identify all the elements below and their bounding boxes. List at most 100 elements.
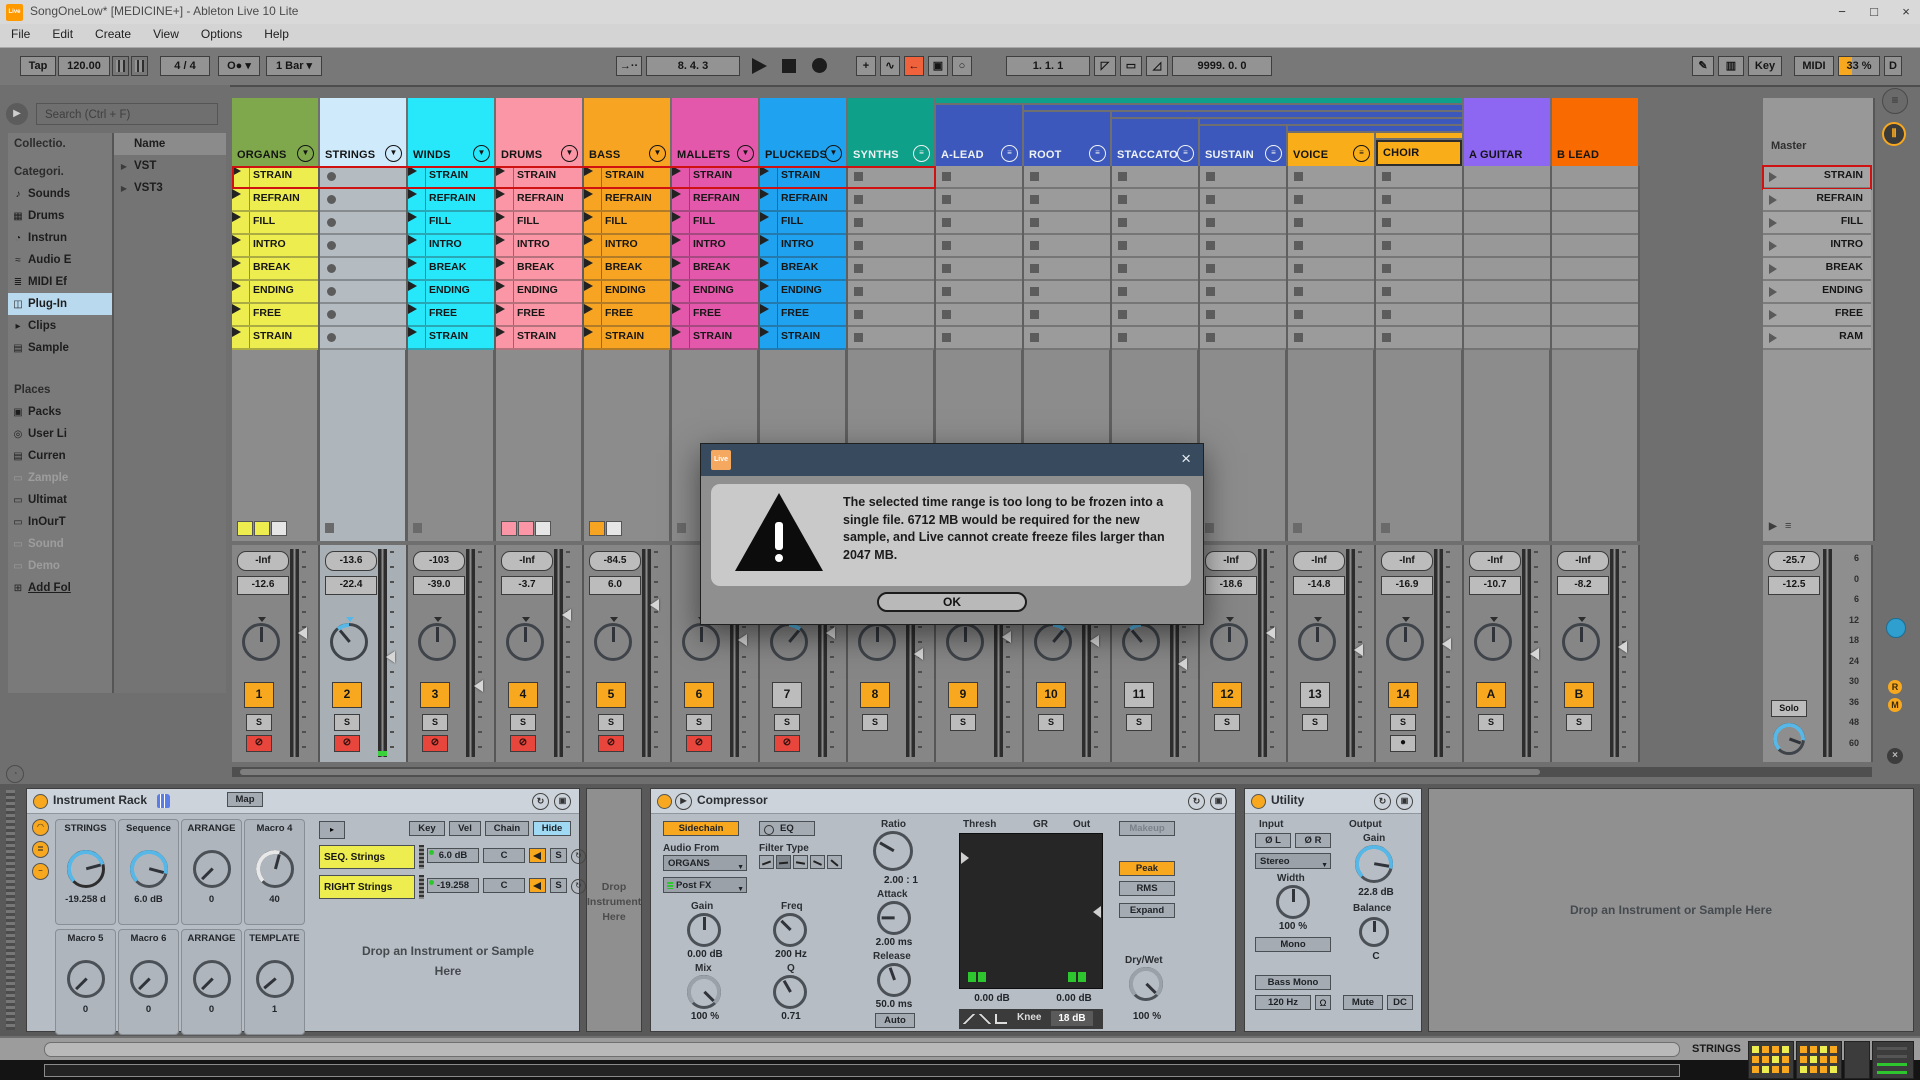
clip-play-icon[interactable] [760, 327, 769, 337]
empty-clip-slot[interactable] [1024, 189, 1110, 212]
group-slot-icon[interactable] [1030, 264, 1039, 273]
group-slot-icon[interactable] [1030, 195, 1039, 204]
vel-button[interactable]: Vel [449, 821, 481, 836]
group-slot-icon[interactable] [854, 218, 863, 227]
clip-play-icon[interactable] [496, 189, 505, 199]
track-activator[interactable]: 11 [1124, 682, 1154, 708]
search-input[interactable]: Search (Ctrl + F) [36, 103, 218, 125]
clip-slot[interactable]: FILL [496, 212, 582, 235]
group-slot-icon[interactable] [942, 333, 951, 342]
group-slot-icon[interactable] [1030, 241, 1039, 250]
track-activator[interactable]: 10 [1036, 682, 1066, 708]
track-fold-icon[interactable]: ▼ [297, 145, 314, 162]
track-stop-chip[interactable] [1293, 523, 1302, 533]
solo-button[interactable]: S [246, 714, 272, 731]
clip-slot[interactable]: REFRAIN [496, 189, 582, 212]
track-fold-icon[interactable]: ▼ [473, 145, 490, 162]
volume-fader-handle[interactable] [826, 627, 835, 639]
drywet-knob[interactable] [1129, 967, 1163, 1001]
eq-freq-knob[interactable] [773, 913, 807, 947]
volume-field[interactable]: -14.8 [1293, 576, 1345, 595]
track-activator[interactable]: 3 [420, 682, 450, 708]
browser-collapse-icon[interactable]: ▶ [6, 103, 28, 125]
clip-slot[interactable]: STRAIN [232, 327, 318, 350]
empty-clip-slot[interactable] [1288, 327, 1374, 350]
track-header-a-guitar[interactable]: A GUITAR [1464, 98, 1550, 166]
scene-play-icon[interactable] [1769, 310, 1777, 320]
hide-button[interactable]: Hide [533, 821, 571, 836]
track-header-winds[interactable]: WINDS▼ [408, 98, 494, 166]
empty-clip-slot[interactable] [320, 304, 406, 327]
group-slot-icon[interactable] [1382, 218, 1391, 227]
empty-clip-slot[interactable] [1464, 327, 1550, 350]
arm-button[interactable]: ⊘ [598, 735, 624, 752]
clip-slot[interactable]: STRAIN [672, 166, 758, 189]
threshold-handle[interactable] [961, 852, 969, 864]
macro-knob[interactable] [130, 960, 168, 998]
empty-clip-slot[interactable] [1376, 258, 1462, 281]
stop-button[interactable] [782, 59, 796, 73]
io-section-toggle[interactable] [1886, 618, 1906, 638]
group-unfold-icon[interactable]: ≡ [1001, 145, 1018, 162]
clip-play-icon[interactable] [232, 166, 241, 176]
empty-clip-slot[interactable] [320, 212, 406, 235]
arm-button[interactable]: ⊘ [334, 735, 360, 752]
loop-start-field[interactable]: 1. 1. 1 [1006, 56, 1090, 76]
midi-map-button[interactable]: MIDI [1794, 56, 1834, 76]
group-slot-icon[interactable] [1118, 287, 1127, 296]
track-header-mallets[interactable]: MALLETS▼ [672, 98, 758, 166]
tempo-field[interactable]: 120.00 [58, 56, 110, 76]
attack-knob[interactable] [877, 901, 911, 935]
chain-solo-button[interactable]: S [550, 848, 567, 863]
browser-item-vst[interactable]: ▶VST [114, 155, 226, 177]
sidebar-item-inourt[interactable]: ▭InOurT [8, 511, 112, 533]
empty-clip-slot[interactable] [1112, 189, 1198, 212]
quantization-selector[interactable]: 1 Bar ▾ [266, 56, 322, 76]
macro-knob[interactable] [193, 960, 231, 998]
empty-clip-slot[interactable] [848, 189, 934, 212]
clip-play-icon[interactable] [232, 235, 241, 245]
volume-field[interactable]: -10.7 [1469, 576, 1521, 595]
mute-button[interactable]: Mute [1343, 995, 1383, 1010]
empty-clip-slot[interactable] [320, 258, 406, 281]
track-header-drums[interactable]: DRUMS▼ [496, 98, 582, 166]
track-stop-chip[interactable] [1205, 523, 1214, 533]
sidebar-item-ultimat[interactable]: ▭Ultimat [8, 489, 112, 511]
empty-clip-slot[interactable] [1464, 235, 1550, 258]
width-knob[interactable] [1276, 885, 1310, 919]
group-slot-icon[interactable] [1206, 241, 1215, 250]
clip-slot[interactable]: FILL [584, 212, 670, 235]
chain-speaker-icon[interactable] [529, 878, 546, 893]
scene-play-icon[interactable] [1769, 264, 1777, 274]
pan-knob[interactable] [418, 623, 456, 661]
clip-slot[interactable]: FILL [232, 212, 318, 235]
sidechain-toggle-icon[interactable]: ▶ [675, 793, 692, 810]
solo-button[interactable]: S [862, 714, 888, 731]
sidebar-item-userli[interactable]: ◎User Li [8, 423, 112, 445]
empty-clip-slot[interactable] [1288, 281, 1374, 304]
peak-level-button[interactable]: -25.7 [1768, 551, 1820, 571]
clip-play-icon[interactable] [584, 281, 593, 291]
group-slot-icon[interactable] [1382, 172, 1391, 181]
track-header-staccato[interactable]: STACCATO≡ [1112, 119, 1198, 166]
status-mini-grid-2[interactable] [1796, 1041, 1842, 1079]
empty-clip-slot[interactable] [1024, 235, 1110, 258]
clip-icon[interactable] [979, 1014, 991, 1024]
empty-clip-slot[interactable] [1288, 212, 1374, 235]
solo-button[interactable]: S [1214, 714, 1240, 731]
chain-list-icon[interactable]: ≣ [32, 841, 49, 858]
empty-clip-slot[interactable] [1376, 212, 1462, 235]
empty-clip-slot[interactable] [936, 258, 1022, 281]
loop-toggle-button[interactable]: ○ [952, 56, 972, 76]
peak-level-button[interactable]: -Inf [237, 551, 289, 571]
clip-slot[interactable]: INTRO [496, 235, 582, 258]
save-preset-icon[interactable]: ▣ [1396, 793, 1413, 810]
empty-clip-slot[interactable] [320, 189, 406, 212]
sidebar-item-sample[interactable]: ▤Sample [8, 337, 112, 359]
clip-play-icon[interactable] [232, 327, 241, 337]
group-slot-icon[interactable] [1382, 310, 1391, 319]
clip-slot[interactable]: FILL [408, 212, 494, 235]
rms-mode-button[interactable]: RMS [1119, 881, 1175, 896]
volume-fader-handle[interactable] [1178, 658, 1187, 670]
clip-play-icon[interactable] [760, 166, 769, 176]
